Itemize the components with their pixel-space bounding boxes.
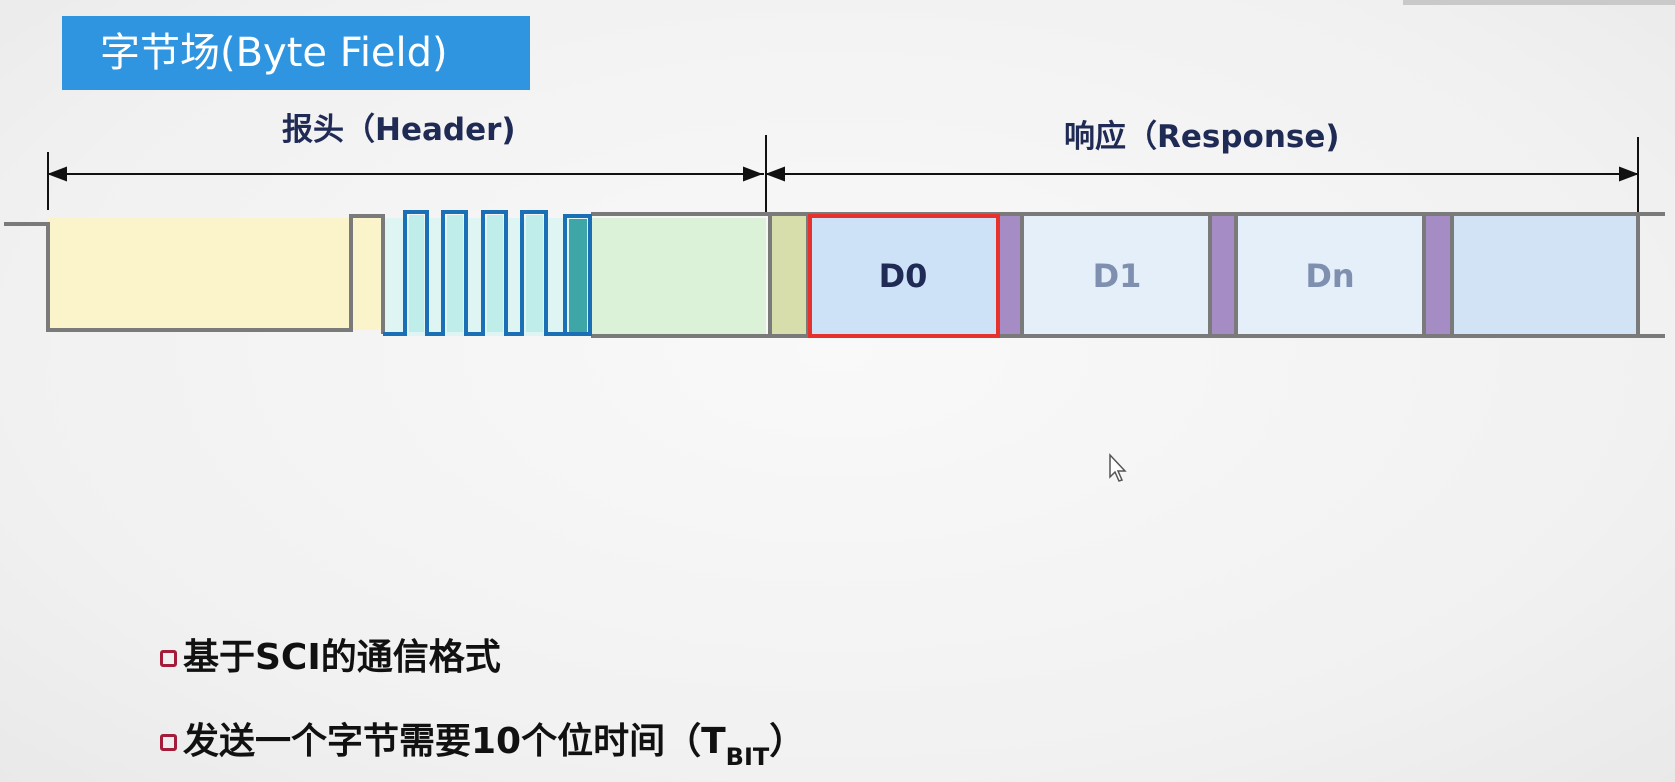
break-field — [48, 218, 351, 330]
checksum-field — [1450, 216, 1638, 336]
bullet-text: 基于SCI的通信格式 — [183, 637, 501, 678]
header-span-arrow — [47, 152, 764, 210]
start-bit-d0 — [772, 216, 808, 336]
bullet-text-suffix: ） — [769, 721, 806, 762]
break-delimiter — [351, 218, 383, 330]
byte-d0-label: D0 — [879, 257, 928, 295]
byte-dn-label: Dn — [1305, 257, 1354, 295]
bit-subscript: BIT — [725, 743, 770, 771]
checkbox-icon — [160, 734, 177, 751]
stop-bit-dn — [1422, 216, 1450, 336]
checkbox-icon — [160, 650, 177, 667]
mouse-pointer-icon — [1109, 453, 1127, 482]
byte-d1-label: D1 — [1093, 257, 1142, 295]
stop-bit-d0 — [998, 216, 1022, 336]
pid-field — [591, 218, 766, 336]
stop-bit-d1 — [1210, 216, 1236, 336]
byte-field-diagram: D0 D1 Dn — [4, 135, 1665, 338]
bullet-item: 发送一个字节需要10个位时间（T BIT ） — [160, 712, 806, 771]
bullet-item: 基于SCI的通信格式 — [160, 628, 501, 680]
response-span-arrow — [765, 135, 1639, 212]
bullet-text-prefix: 发送一个字节需要10个位时间（T — [183, 721, 726, 762]
